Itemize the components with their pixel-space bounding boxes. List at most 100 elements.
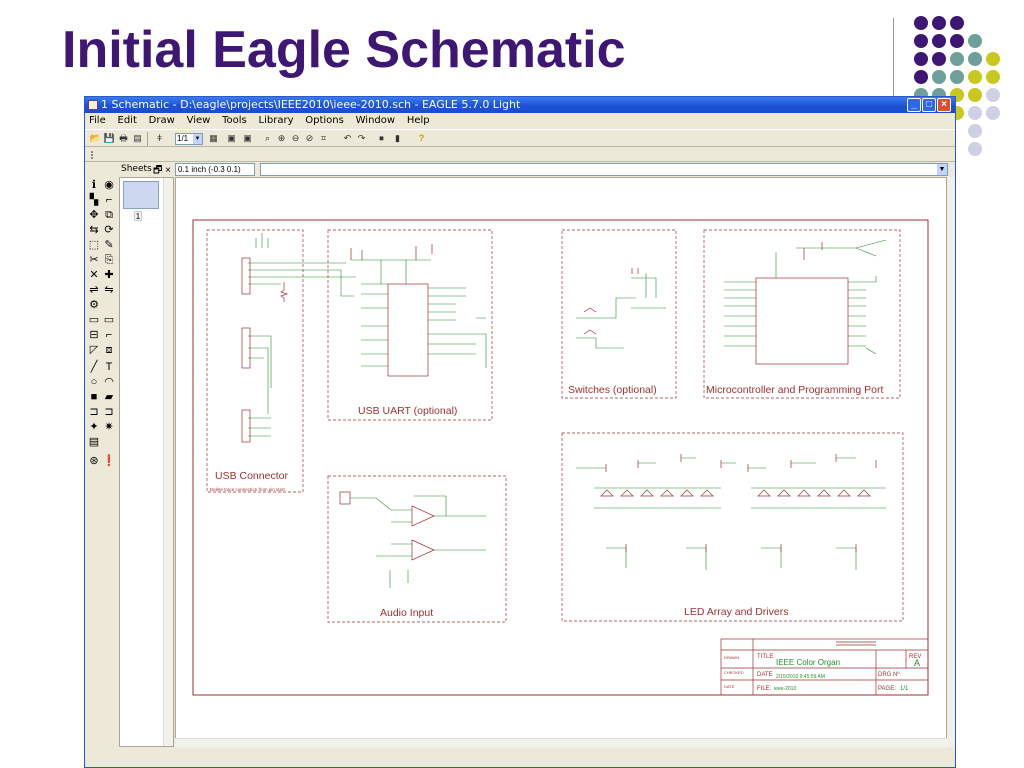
cam-icon[interactable]: ▤ xyxy=(131,132,144,145)
dot xyxy=(968,88,982,102)
miter-icon[interactable]: ⌐ xyxy=(102,329,116,342)
pinswap-icon[interactable]: ⇌ xyxy=(87,284,101,297)
junction-icon[interactable]: ✦ xyxy=(87,421,101,434)
ulp-icon[interactable]: ▣ xyxy=(225,132,238,145)
save-icon[interactable]: 💾 xyxy=(103,132,116,145)
delete-icon[interactable]: ✕ xyxy=(87,269,101,282)
gateswap-icon[interactable]: ⇋ xyxy=(102,284,116,297)
paste-icon[interactable]: ⎘ xyxy=(102,254,116,267)
sheets-panel: 1 xyxy=(119,177,174,747)
usb-b-connector xyxy=(241,257,251,295)
chevron-down-icon[interactable]: ▼ xyxy=(193,134,202,144)
help-icon[interactable]: ? xyxy=(415,132,428,145)
label-icon[interactable]: ✷ xyxy=(102,421,116,434)
go-icon[interactable]: ▮ xyxy=(391,132,404,145)
circle-icon[interactable]: ○ xyxy=(87,376,101,389)
schematic-canvas[interactable]: USB Connector USB UART (optional) Switch… xyxy=(175,177,947,747)
menu-library[interactable]: Library xyxy=(259,114,294,128)
smash-icon[interactable]: ⊟ xyxy=(87,329,101,342)
title-block xyxy=(720,638,929,696)
sheet-icon[interactable]: ǂ xyxy=(153,132,166,145)
text-icon[interactable]: T xyxy=(102,361,116,374)
wire-icon[interactable]: ╱ xyxy=(87,361,101,374)
stop-icon[interactable]: ⏹ xyxy=(375,132,388,145)
attribute-icon[interactable]: ▤ xyxy=(87,436,101,449)
menu-draw[interactable]: Draw xyxy=(149,114,175,128)
rotate-icon[interactable]: ⟳ xyxy=(102,224,116,237)
move-icon[interactable]: ✥ xyxy=(87,209,101,222)
dot xyxy=(932,70,946,84)
erc-icon[interactable]: ⊛ xyxy=(87,455,101,468)
name-icon[interactable]: ▭ xyxy=(87,314,101,327)
group-icon[interactable]: ⬚ xyxy=(87,239,101,252)
arc-icon[interactable]: ◠ xyxy=(102,376,116,389)
invoke-icon[interactable]: ⧈ xyxy=(102,344,116,357)
page-label: PAGE: xyxy=(878,686,896,692)
copy-icon[interactable]: ⧉ xyxy=(102,209,116,222)
net-icon[interactable]: ⊐ xyxy=(102,406,116,419)
mark-icon[interactable]: ⌐ xyxy=(102,194,116,207)
errors-icon[interactable]: ❗ xyxy=(102,455,116,468)
dot xyxy=(950,16,964,30)
dot xyxy=(950,34,964,48)
polygon-icon[interactable]: ▰ xyxy=(102,391,116,404)
menu-bar: File Edit Draw View Tools Library Option… xyxy=(85,114,955,128)
bus-icon[interactable]: ⊐ xyxy=(87,406,101,419)
menu-view[interactable]: View xyxy=(187,114,211,128)
minimize-button[interactable]: _ xyxy=(907,98,921,112)
menu-options[interactable]: Options xyxy=(305,114,344,128)
show-icon[interactable]: ◉ xyxy=(102,179,116,192)
sheet-thumbnail[interactable] xyxy=(123,181,159,209)
cut-icon[interactable]: ✂ xyxy=(87,254,101,267)
replace-icon[interactable]: ⚙ xyxy=(87,299,101,312)
maximize-button[interactable]: □ xyxy=(922,98,936,112)
usb-connector-label: USB Connector xyxy=(215,470,288,482)
menu-file[interactable]: File xyxy=(89,114,106,128)
zoom-out-icon[interactable]: ⊖ xyxy=(289,132,302,145)
led-label: LED Array and Drivers xyxy=(684,606,788,618)
usb-uart-label: USB UART (optional) xyxy=(358,405,457,417)
slide: { "slide": { "title": "Initial Eagle Sch… xyxy=(0,0,1024,768)
dot xyxy=(986,70,1000,84)
opamp-1 xyxy=(411,505,435,527)
sheets-scrollbar[interactable] xyxy=(163,178,173,746)
command-bar: Sheets 🗗 × 0.1 inch (-0.3 0.1) ▼ xyxy=(85,163,955,177)
menu-window[interactable]: Window xyxy=(356,114,395,128)
print-icon[interactable]: 🖶 xyxy=(117,132,130,145)
zoom-select-icon[interactable]: ⌗ xyxy=(317,132,330,145)
value-icon[interactable]: ▭ xyxy=(102,314,116,327)
display-icon[interactable]: ▚ xyxy=(87,194,101,207)
info-icon[interactable]: ℹ xyxy=(87,179,101,192)
date-label: DATE xyxy=(757,672,773,678)
zoom-select[interactable]: 1/1 ▼ xyxy=(175,133,203,145)
menu-edit[interactable]: Edit xyxy=(118,114,137,128)
canvas-horizontal-scrollbar[interactable] xyxy=(175,738,947,748)
slide-title: Initial Eagle Schematic xyxy=(62,21,626,79)
chevron-down-icon[interactable]: ▼ xyxy=(937,164,947,175)
canvas-vertical-scrollbar[interactable] xyxy=(947,177,955,747)
menu-help[interactable]: Help xyxy=(407,114,430,128)
board-icon[interactable]: ▦ xyxy=(207,132,220,145)
change-icon[interactable]: ✎ xyxy=(102,239,116,252)
close-button[interactable]: × xyxy=(937,98,951,112)
coordinate-readout: 0.1 inch (-0.3 0.1) xyxy=(175,163,255,176)
undo-icon[interactable]: ↶ xyxy=(341,132,354,145)
zoom-fit-icon[interactable]: ⌕ xyxy=(261,132,274,145)
script-icon[interactable]: ▣ xyxy=(241,132,254,145)
command-line-input[interactable]: ▼ xyxy=(260,163,948,176)
usb-note: Delete trace connection from pin start xyxy=(210,487,286,492)
rect-icon[interactable]: ■ xyxy=(87,391,101,404)
open-icon[interactable]: 📂 xyxy=(89,132,102,145)
split-icon[interactable]: ◸ xyxy=(87,344,101,357)
window-titlebar[interactable]: 1 Schematic - D:\eagle\projects\IEEE2010… xyxy=(85,97,955,113)
page-value: 1/1 xyxy=(900,686,909,692)
redraw-icon[interactable]: ⊘ xyxy=(303,132,316,145)
toolbar-grip[interactable] xyxy=(91,151,103,159)
zoom-in-icon[interactable]: ⊕ xyxy=(275,132,288,145)
menu-tools[interactable]: Tools xyxy=(222,114,247,128)
dot xyxy=(932,52,946,66)
drawing-number-label: DRG Nº xyxy=(878,671,900,678)
redo-icon[interactable]: ↷ xyxy=(355,132,368,145)
mirror-icon[interactable]: ⇆ xyxy=(87,224,101,237)
add-icon[interactable]: ✚ xyxy=(102,269,116,282)
